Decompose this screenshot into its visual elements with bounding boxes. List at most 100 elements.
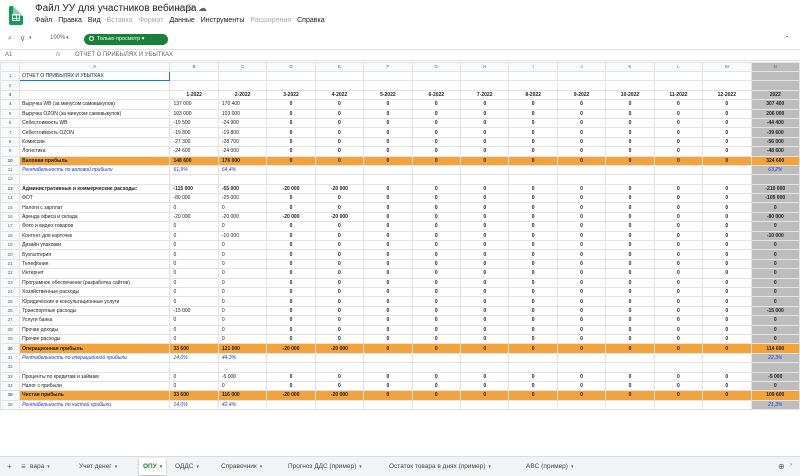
data-cell[interactable]: 0 <box>653 296 704 307</box>
data-cell[interactable]: 0 <box>508 202 558 213</box>
data-cell[interactable]: -24 000 <box>217 146 268 157</box>
row-header[interactable]: 25 <box>0 296 21 307</box>
column-header-H[interactable]: H <box>459 62 510 72</box>
data-cell[interactable]: 148 600 <box>169 155 219 166</box>
data-cell[interactable]: -27 300 <box>169 136 219 148</box>
data-cell[interactable]: 0 <box>411 324 462 335</box>
data-cell[interactable] <box>653 174 704 185</box>
data-cell[interactable] <box>508 70 558 82</box>
data-cell[interactable] <box>266 352 316 364</box>
column-header-A[interactable]: A <box>19 62 171 72</box>
data-cell[interactable]: 0 <box>217 258 268 270</box>
data-cell[interactable]: 33 600 <box>169 343 219 354</box>
data-cell[interactable]: 63,2% <box>750 164 800 176</box>
data-cell[interactable]: -105 000 <box>750 193 800 204</box>
data-cell[interactable] <box>459 174 510 185</box>
data-cell[interactable]: 0 <box>702 249 752 260</box>
data-cell[interactable] <box>750 70 800 82</box>
data-cell[interactable]: 0 <box>169 333 219 345</box>
data-cell[interactable]: 21,3% <box>750 399 800 411</box>
row-header[interactable]: 18 <box>0 230 21 242</box>
data-cell[interactable] <box>314 399 365 411</box>
data-cell[interactable]: 0 <box>556 146 607 157</box>
row-label-cell[interactable]: Програмное обеспечение (разработка сайто… <box>19 277 171 289</box>
data-cell[interactable]: 0 <box>653 136 704 148</box>
star-icon[interactable]: ☆ <box>174 3 182 14</box>
data-cell[interactable] <box>653 164 704 176</box>
data-cell[interactable]: 0 <box>266 136 316 148</box>
data-cell[interactable]: 0 <box>702 117 752 129</box>
data-cell[interactable] <box>217 362 268 373</box>
row-header[interactable]: 35 <box>0 390 21 401</box>
data-cell[interactable]: 0 <box>556 380 607 392</box>
data-cell[interactable]: 0 <box>556 268 607 279</box>
data-cell[interactable]: 0 <box>508 240 558 251</box>
data-cell[interactable]: 0 <box>508 380 558 392</box>
data-cell[interactable]: 0 <box>459 371 510 382</box>
data-cell[interactable] <box>702 164 752 176</box>
data-cell[interactable]: -20 000 <box>314 390 365 401</box>
data-cell[interactable]: 0 <box>459 268 510 279</box>
data-cell[interactable]: 0 <box>508 286 558 298</box>
data-cell[interactable]: 0 <box>411 390 462 401</box>
data-cell[interactable]: 33 600 <box>169 390 219 401</box>
data-cell[interactable]: 3-2022 <box>266 89 316 101</box>
data-cell[interactable]: 0 <box>459 258 510 270</box>
tab-dropdown-icon[interactable]: ▾ <box>196 464 199 470</box>
data-cell[interactable]: 0 <box>605 268 655 279</box>
data-cell[interactable]: 0 <box>411 108 462 119</box>
formula-input[interactable]: ОТЧЕТ О ПРИБЫЛЯХ И УБЫТКАХ <box>75 52 173 58</box>
row-header[interactable]: 22 <box>0 268 21 279</box>
data-cell[interactable]: 0 <box>556 211 607 223</box>
data-cell[interactable]: 0 <box>605 136 655 148</box>
data-cell[interactable]: 0 <box>266 277 316 289</box>
data-cell[interactable]: 0 <box>411 221 462 232</box>
menu-item-1[interactable]: Правка <box>58 17 82 24</box>
data-cell[interactable]: 0 <box>702 240 752 251</box>
menu-item-0[interactable]: Файл <box>35 17 52 24</box>
data-cell[interactable]: 116 000 <box>217 390 268 401</box>
sheet-tab-6[interactable]: Остаток товара в днях (пример) ▾ <box>389 461 491 473</box>
data-cell[interactable]: 0 <box>653 127 704 138</box>
data-cell[interactable] <box>556 362 607 373</box>
data-cell[interactable]: 0 <box>411 258 462 270</box>
data-cell[interactable]: 0 <box>314 268 365 279</box>
data-cell[interactable]: -19 800 <box>169 127 219 138</box>
data-cell[interactable]: 0 <box>314 305 365 317</box>
data-cell[interactable]: 0 <box>314 193 365 204</box>
data-cell[interactable]: 0 <box>217 296 268 307</box>
data-cell[interactable]: 0 <box>556 183 607 195</box>
cell-reference-box[interactable]: A1 <box>5 52 12 58</box>
data-cell[interactable]: 0 <box>266 258 316 270</box>
data-cell[interactable]: 0 <box>266 193 316 204</box>
row-header[interactable]: 33 <box>0 371 21 382</box>
data-cell[interactable] <box>556 80 607 91</box>
data-cell[interactable] <box>266 362 316 373</box>
data-cell[interactable]: 0 <box>411 286 462 298</box>
data-cell[interactable]: 0 <box>266 333 316 345</box>
data-cell[interactable]: 0 <box>702 108 752 119</box>
tab-dropdown-icon[interactable]: ▾ <box>488 464 491 470</box>
data-cell[interactable]: 0 <box>750 240 800 251</box>
row-label-cell[interactable]: Прочие расходы <box>19 333 171 345</box>
data-cell[interactable]: 0 <box>653 117 704 129</box>
data-cell[interactable]: 0 <box>702 99 752 110</box>
data-cell[interactable]: 0 <box>702 324 752 335</box>
data-cell[interactable]: 0 <box>556 193 607 204</box>
data-cell[interactable]: 0 <box>702 221 752 232</box>
data-cell[interactable]: 0 <box>266 155 316 166</box>
data-cell[interactable] <box>266 399 316 411</box>
data-cell[interactable]: 0 <box>314 99 365 110</box>
data-cell[interactable]: 0 <box>411 296 462 307</box>
row-label-cell[interactable]: Себестоимость WB <box>19 117 171 129</box>
data-cell[interactable]: 0 <box>217 277 268 289</box>
view-only-button[interactable]: Только просмотр ▾ <box>84 34 168 45</box>
data-cell[interactable]: 0 <box>314 240 365 251</box>
data-cell[interactable]: 0 <box>508 296 558 307</box>
column-header-N[interactable]: N <box>750 62 800 72</box>
data-cell[interactable]: 0 <box>169 258 219 270</box>
sheets-logo-icon[interactable] <box>9 6 23 25</box>
data-cell[interactable]: 0 <box>653 230 704 242</box>
sheet-tab-2[interactable]: ОПУ ▾ <box>139 458 167 475</box>
menu-item-6[interactable]: Инструменты <box>201 17 245 24</box>
